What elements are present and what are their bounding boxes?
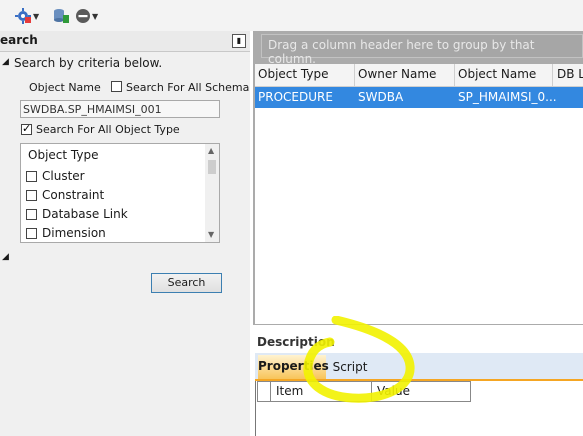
column-header-object-name[interactable]: Object Name: [458, 67, 536, 81]
search-instruction: Search by criteria below.: [14, 56, 163, 70]
list-item[interactable]: Dimension: [26, 226, 106, 240]
search-all-schema-checkbox[interactable]: [111, 81, 122, 92]
remove-icon: [76, 9, 90, 23]
search-panel-title: earch: [0, 33, 38, 47]
checkbox[interactable]: [26, 227, 37, 239]
scroll-down-icon[interactable]: ▼: [208, 230, 214, 239]
search-all-type-label: Search For All Object Type: [36, 123, 180, 136]
object-type-header: Object Type: [28, 148, 99, 162]
list-item-label: Dimension: [42, 226, 106, 240]
list-item-label: Constraint: [42, 188, 105, 202]
table-cell: SWDBA: [358, 90, 404, 104]
scroll-up-icon[interactable]: ▲: [208, 146, 214, 155]
database-sync-icon: [54, 9, 69, 23]
object-name-input[interactable]: SWDBA.SP_HMAIMSI_001: [20, 100, 220, 118]
column-divider[interactable]: [552, 64, 553, 86]
settings-gear-button[interactable]: ▼: [14, 5, 39, 27]
list-scrollbar[interactable]: ▲ ▼: [205, 144, 219, 242]
table-cell: PROCEDURE: [258, 90, 333, 104]
checkbox[interactable]: [26, 170, 37, 182]
list-item[interactable]: Database Link: [26, 207, 128, 221]
column-divider[interactable]: [354, 64, 355, 86]
search-all-type-checkbox[interactable]: [21, 122, 32, 135]
scroll-thumb[interactable]: [208, 160, 216, 174]
group-by-hint: Drag a column header here to group by th…: [268, 38, 535, 66]
checkbox[interactable]: [26, 208, 37, 220]
list-item[interactable]: Constraint: [26, 188, 104, 202]
column-divider[interactable]: [454, 64, 455, 86]
collapse-triangle-icon[interactable]: ◢: [2, 252, 9, 262]
search-button[interactable]: Search: [151, 273, 222, 293]
column-header-object-type[interactable]: Object Type: [258, 67, 328, 81]
highlight-annotation: [303, 316, 415, 403]
object-name-label: Object Name: [29, 81, 101, 94]
collapse-triangle-icon[interactable]: ◢: [2, 57, 9, 67]
remove-button[interactable]: ▼: [75, 5, 98, 27]
grid-body[interactable]: [255, 108, 583, 324]
column-header-db-link[interactable]: DB L: [557, 67, 583, 81]
search-all-schema-label: Search For All Schema: [126, 81, 250, 94]
column-header-owner-name[interactable]: Owner Name: [358, 67, 436, 81]
list-item[interactable]: Cluster: [26, 169, 85, 183]
dropdown-chevron-icon[interactable]: ▼: [33, 12, 39, 21]
settings-gear-icon: [15, 8, 31, 24]
database-sync-button[interactable]: [52, 5, 70, 27]
checkbox[interactable]: [26, 189, 37, 201]
table-cell: SP_HMAIMSI_0...: [458, 90, 557, 104]
pin-icon[interactable]: ▮: [232, 34, 246, 48]
list-item-label: Database Link: [42, 207, 128, 221]
dropdown-chevron-icon[interactable]: ▼: [92, 12, 98, 21]
row-selector-gutter: [257, 381, 271, 402]
list-item-label: Cluster: [42, 169, 85, 183]
